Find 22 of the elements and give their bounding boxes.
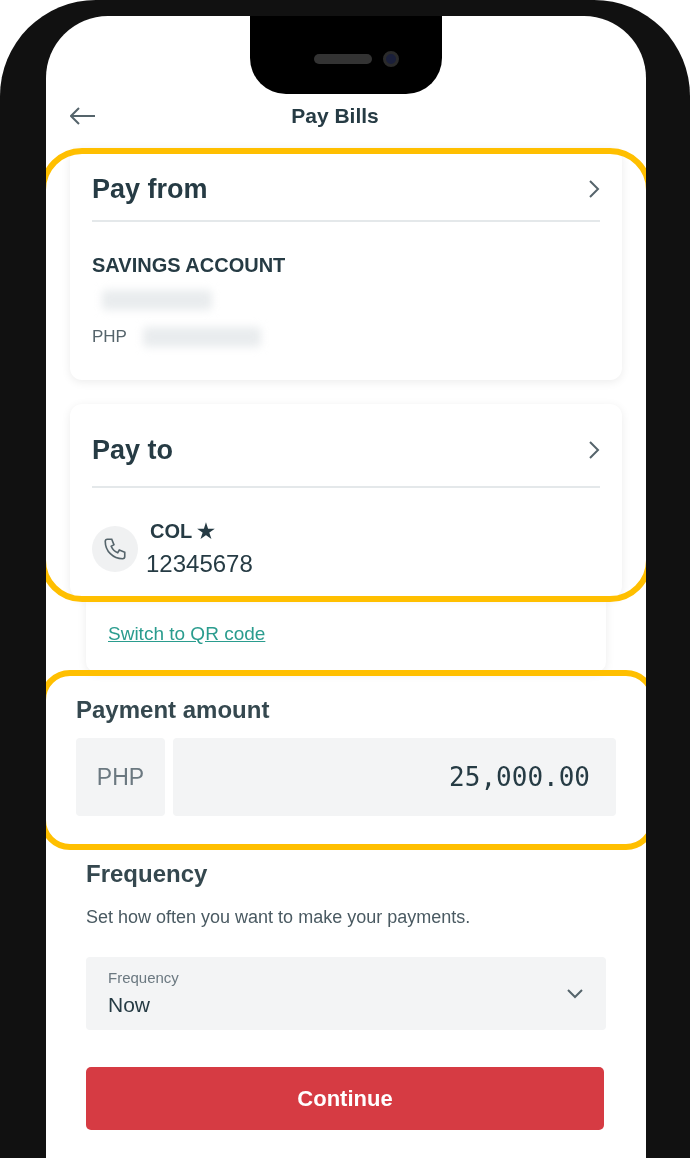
- pay-to-card[interactable]: Pay to COL ★ 12345678: [70, 404, 622, 598]
- continue-button[interactable]: Continue: [86, 1067, 604, 1130]
- currency-label: PHP: [92, 326, 127, 348]
- biller-number: 12345678: [146, 549, 253, 579]
- biller-name: COL ★: [150, 519, 217, 544]
- camera-lens: [383, 51, 399, 67]
- chevron-right-icon: [588, 179, 600, 199]
- back-arrow-icon[interactable]: [70, 107, 96, 125]
- page-title: Pay Bills: [290, 103, 380, 130]
- section-title: Payment amount: [76, 695, 271, 725]
- currency-label: PHP: [76, 738, 165, 816]
- account-type: SAVINGS ACCOUNT: [92, 253, 287, 278]
- phone-icon: [92, 526, 138, 572]
- section-title: Pay to: [92, 433, 174, 467]
- section-title: Frequency: [86, 859, 209, 889]
- description-text: Set how often you want to make your payments.: [86, 906, 472, 929]
- chevron-down-icon: [566, 988, 584, 999]
- speaker-grille: [314, 54, 372, 64]
- section-title: Pay from: [92, 172, 208, 206]
- amount-field[interactable]: 25,000.00: [173, 738, 616, 816]
- chevron-right-icon: [588, 440, 600, 460]
- frequency-dropdown[interactable]: Frequency Now: [86, 957, 606, 1030]
